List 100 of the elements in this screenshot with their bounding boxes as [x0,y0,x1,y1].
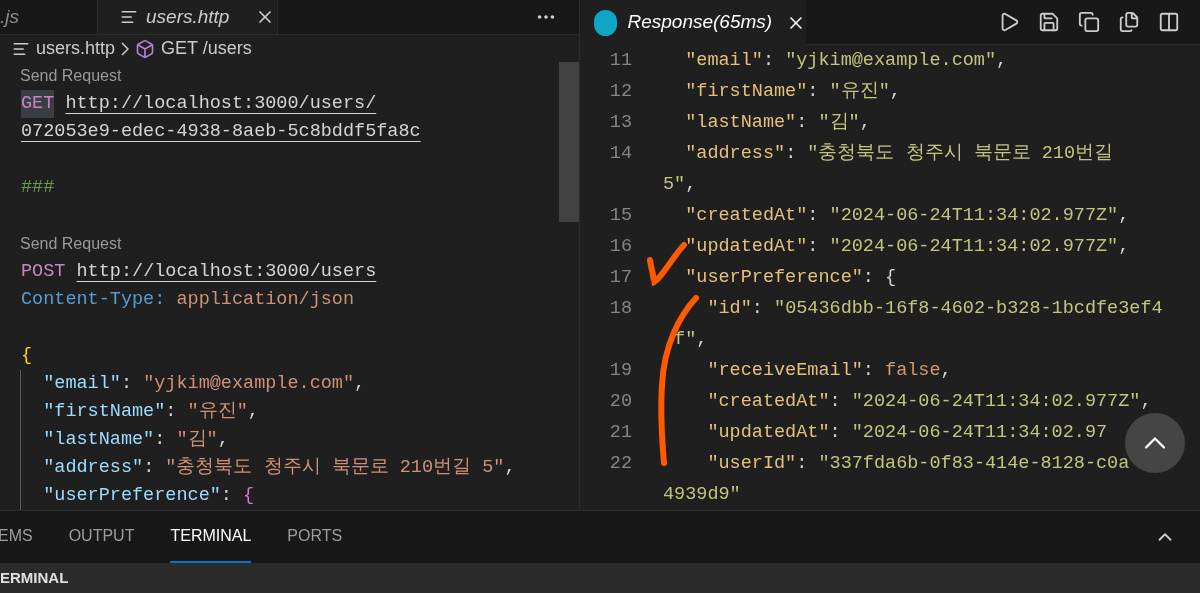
code-token: : [751,296,764,321]
code-token: http://localhost:3000/users [76,260,377,285]
editor-tab[interactable]: users.http [98,0,278,34]
editor-tab[interactable]: .js [0,0,98,34]
code-token: : [862,358,875,383]
line-number: 11 [609,49,632,71]
code-token: "email" [684,48,763,73]
code-token: , [889,79,901,104]
code-token: "05436dbb-16f8-4602-b328-1bcdfe3ef4 [774,296,1163,321]
save-icon[interactable] [1038,11,1060,33]
code-token: http://localhost:3000/users/ [65,92,377,117]
code-token: , [1140,389,1152,414]
code-token: "김" [176,428,218,453]
code-token: "firstName" [42,400,166,425]
panel-tab[interactable]: PORTS [287,511,343,563]
code-token: : [154,428,167,453]
code-token: "email" [42,372,121,397]
code-token: : [220,484,233,509]
code-token: "yjkim@example.com" [143,372,355,397]
code-token: "userPreference" [42,484,221,509]
breadcrumb-item[interactable]: users.http [36,35,116,62]
code-token: "2024-06-24T11:34:02.97 [851,420,1108,445]
stacked-squares-icon[interactable] [1078,11,1100,33]
code-token: , [1118,234,1130,259]
send-request-link[interactable]: Send Request [20,232,122,256]
code-token: , [859,110,871,135]
panel-tab[interactable]: EMS [0,511,33,563]
copy-icon[interactable] [1118,11,1140,33]
code-token: , [504,456,516,481]
code-token: : [796,451,809,476]
code-token: "address" [42,456,144,481]
code-token: GET [21,90,55,118]
code-token: "firstName" [684,79,808,104]
line-number: 21 [609,421,632,443]
code-token: "2024-06-24T11:34:02.977Z" [851,389,1141,414]
line-number: 15 [609,204,632,226]
code-token: , [696,327,708,352]
code-token: "2024-06-24T11:34:02.977Z" [829,234,1119,259]
line-number: 13 [609,111,632,133]
line-number: 12 [609,80,632,102]
send-request-link[interactable]: Send Request [20,64,122,88]
code-token: : [796,110,809,135]
code-token: : { [862,265,897,290]
code-token: { [21,344,33,369]
line-number: 19 [609,359,632,381]
line-number: 17 [609,266,632,288]
scrollbar-thumb[interactable] [559,62,579,222]
code-token: , [685,172,697,197]
code-token: , [940,358,952,383]
code-token: "createdAt" [684,203,808,228]
code-token: { [243,484,255,509]
code-token: "updatedAt" [706,420,830,445]
code-token: "createdAt" [706,389,830,414]
code-token: : [120,372,134,397]
code-token: "updatedAt" [684,234,808,259]
chevron-right-icon [121,41,130,56]
code-token: , [217,428,229,453]
panel-tab[interactable]: OUTPUT [68,511,135,563]
code-token: false [885,358,941,383]
code-token: : [807,79,820,104]
code-token: "2024-06-24T11:34:02.977Z" [829,203,1119,228]
code-token: "userId" [706,451,797,476]
code-token: "lastName" [42,428,155,453]
code-token: : [143,456,156,481]
code-token: "유진" [829,79,890,104]
code-token: POST [21,260,66,285]
line-number: 14 [609,142,632,164]
line-number: 22 [609,452,632,474]
code-token: "충청북도 청주시 북문로 210번길 5" [165,456,505,481]
code-token: : [807,203,820,228]
code-token: "김" [818,110,860,135]
code-token: : [785,141,798,166]
split-editor-icon[interactable] [1158,11,1180,33]
code-token: : [829,389,842,414]
code-token: , [354,372,366,397]
line-number: 20 [609,390,632,412]
code-token: "id" [706,296,752,321]
code-token: 5" [663,172,686,197]
code-token: "lastName" [684,110,797,135]
code-token: , [996,48,1008,73]
line-number: 18 [609,297,632,319]
code-token: 4939d9" [663,482,741,507]
code-token: , [1118,203,1130,228]
section-title: ERMINAL [0,567,69,588]
code-token: "충청북도 청주시 북문로 210번길 [807,141,1114,166]
code-token: application/json [176,288,355,313]
code-token: : [807,234,820,259]
cube-icon [135,38,156,59]
code-token: ### [21,176,55,201]
code-token: "yjkim@example.com" [785,48,997,73]
code-token: "address" [684,141,786,166]
file-icon [120,8,138,26]
code-token: "userPreference" [684,265,863,290]
code-token: "유진" [187,400,248,425]
line-number: 16 [609,235,632,257]
code-token: f" [673,327,697,352]
breadcrumb-item[interactable]: GET /users [161,35,252,62]
code-token: , [247,400,259,425]
code-token: : [829,420,842,445]
code-token: 072053e9-edec-4938-8aeb-5c8bddf5fa8c [21,120,421,145]
